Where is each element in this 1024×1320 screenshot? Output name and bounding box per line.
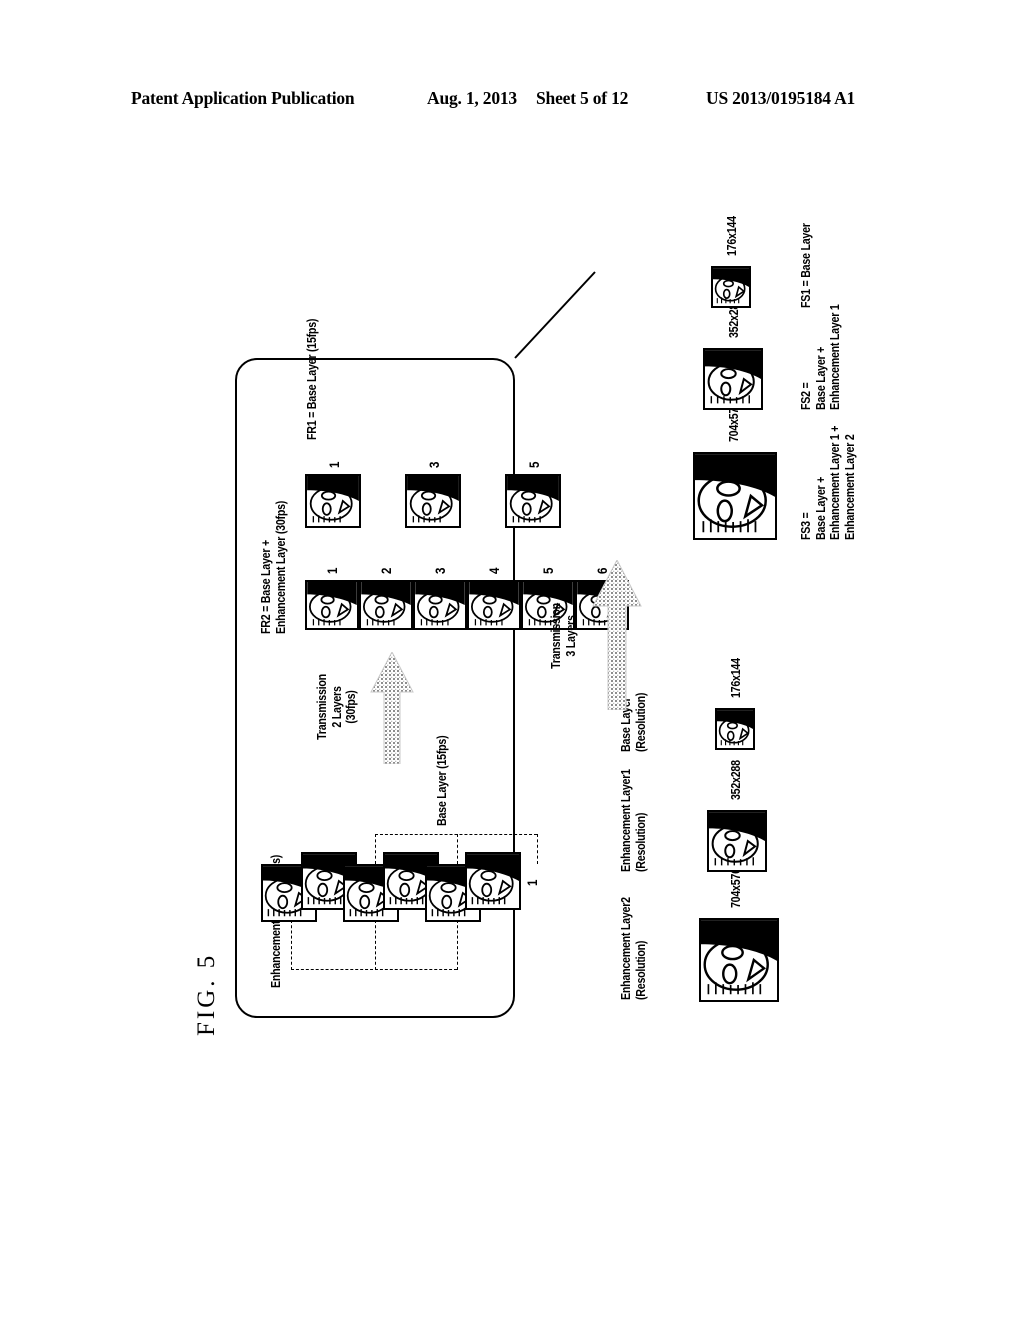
base-layer-source-label: Base Layer (15fps) bbox=[434, 735, 449, 826]
spatial-source-thumb-2 bbox=[715, 708, 755, 750]
base-bracket-arm-1 bbox=[537, 834, 538, 864]
fr2-frame-number-5: 5 bbox=[540, 567, 556, 574]
fr2-label: FR2 = Base Layer + Enhancement Layer (30… bbox=[258, 500, 288, 634]
fr1-frame-number-1: 1 bbox=[326, 461, 342, 468]
base-bracket-arm-3 bbox=[457, 834, 458, 864]
fr2-frame-number-4: 4 bbox=[486, 567, 502, 574]
transmission-2-layers-arrow-icon bbox=[370, 652, 414, 764]
fr2-frame-2 bbox=[359, 580, 413, 630]
base-bracket-arm-5 bbox=[375, 834, 376, 864]
fr2-frame-number-3: 3 bbox=[432, 567, 448, 574]
figure-caption: FIG. 5 bbox=[193, 952, 220, 1036]
fr1-frame-5 bbox=[505, 474, 561, 528]
fr1-frame-number-3: 3 bbox=[426, 461, 442, 468]
fr1-frame-number-5: 5 bbox=[526, 461, 542, 468]
enhancement-bracket-spine bbox=[291, 969, 457, 970]
fr1-frame-1 bbox=[305, 474, 361, 528]
fr2-frame-3 bbox=[413, 580, 467, 630]
spatial-received-thumb-0 bbox=[693, 452, 777, 540]
figure-5: FIG. 5 Enhancement Layer (30fps) 6 5 4 3 bbox=[187, 216, 857, 1040]
spatial-source-thumb-0 bbox=[699, 918, 779, 1002]
fr2-frame-4 bbox=[467, 580, 521, 630]
transmission-3-layers-label: Transmission 3 Layers bbox=[548, 603, 578, 669]
fr1-frame-3 bbox=[405, 474, 461, 528]
transmission-3-layers-arrow-icon bbox=[592, 560, 642, 710]
spatial-source-thumb-1 bbox=[707, 810, 767, 872]
source-frame-number-1: 1 bbox=[524, 879, 540, 886]
spatial-received-layer-2-label: FS1 = Base Layer bbox=[798, 223, 813, 308]
spatial-received-thumb-2 bbox=[711, 266, 751, 308]
enhancement-bracket-arm-2 bbox=[457, 920, 458, 970]
source-frame-1 bbox=[465, 852, 521, 910]
spatial-received-resolution-2: 176x144 bbox=[724, 216, 739, 256]
figure-area: FIG. 5 Enhancement Layer (30fps) 6 5 4 3 bbox=[0, 0, 1024, 1320]
callout-leader-line bbox=[514, 271, 596, 359]
fr2-frame-number-1: 1 bbox=[324, 567, 340, 574]
enhancement-bracket-arm-6 bbox=[291, 920, 292, 970]
fr2-frame-number-2: 2 bbox=[378, 567, 394, 574]
base-bracket-spine bbox=[375, 834, 537, 835]
spatial-received-thumb-1 bbox=[703, 348, 763, 410]
fr2-frame-1 bbox=[305, 580, 359, 630]
transmission-2-layers-label: Transmission 2 Layers (30fps) bbox=[314, 674, 358, 740]
fr1-label: FR1 = Base Layer (15fps) bbox=[304, 318, 319, 440]
spatial-source-resolution-2: 176x144 bbox=[728, 658, 743, 698]
enhancement-bracket-arm-4 bbox=[375, 920, 376, 970]
